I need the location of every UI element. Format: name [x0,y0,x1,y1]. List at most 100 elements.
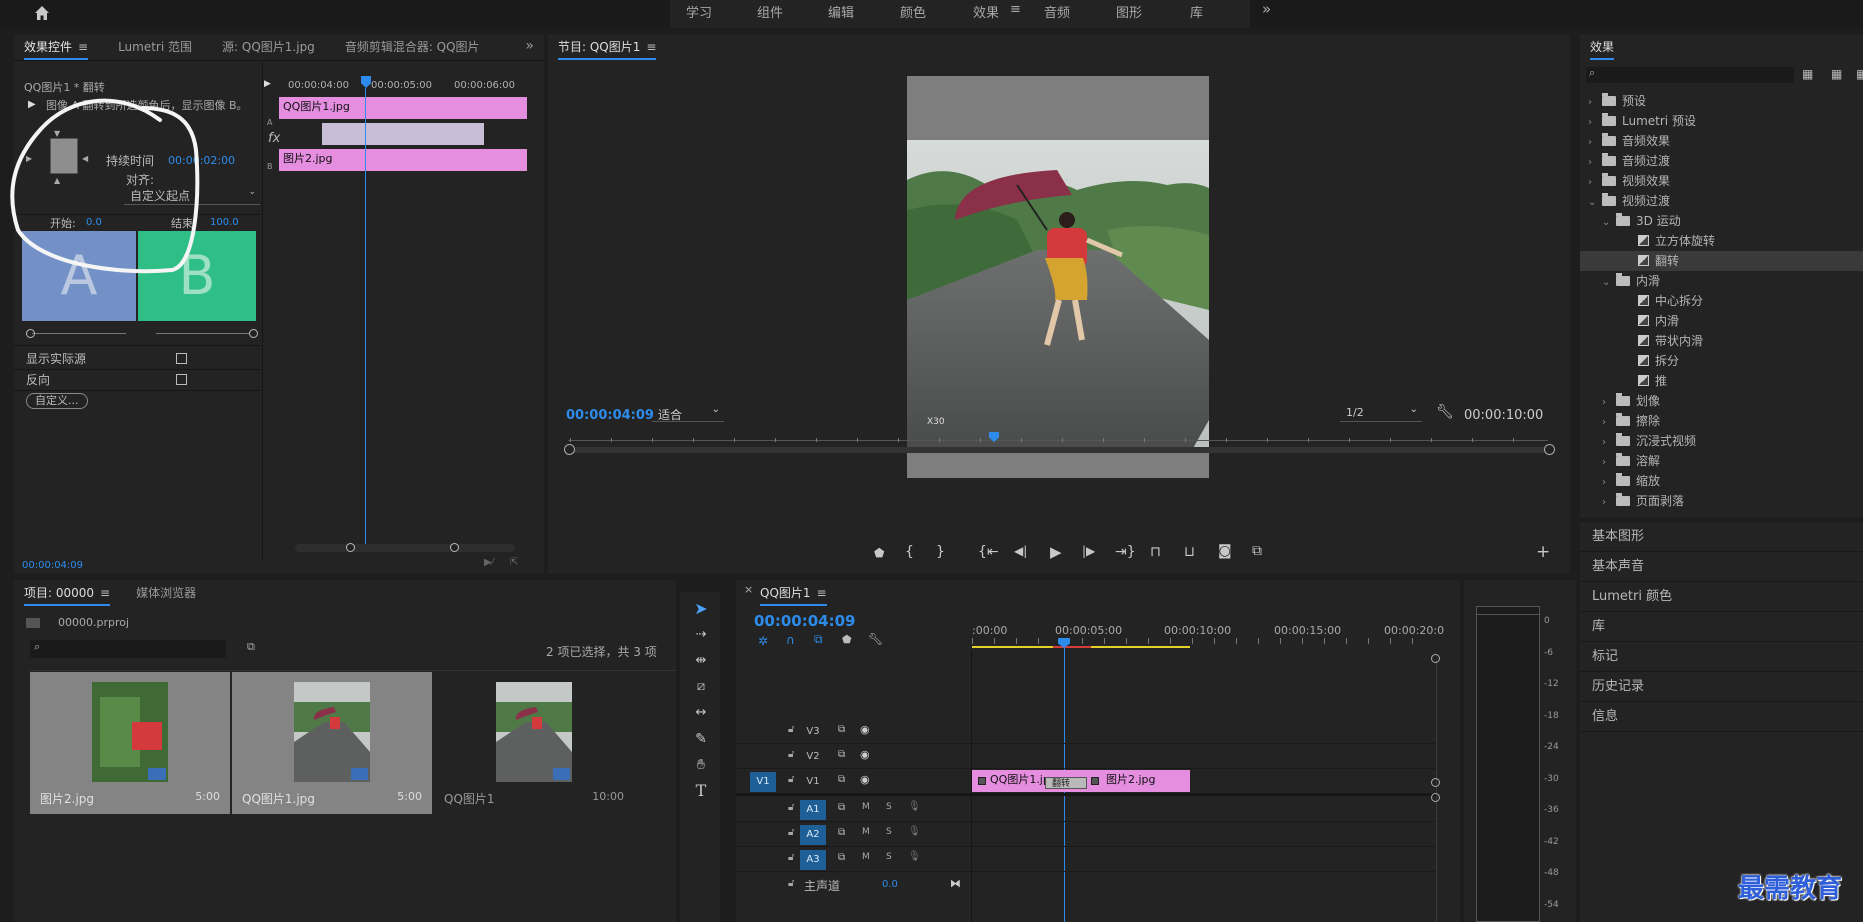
source-patch-button[interactable]: V1 [750,772,776,792]
go-to-in-icon[interactable]: {⇤ [978,544,999,560]
effects-tree-item[interactable]: › 溶解 [1580,451,1863,471]
export-frame-icon[interactable]: ◙ [1218,543,1232,559]
add-marker-icon[interactable]: ⬟ [874,546,884,560]
ec-export-icon[interactable]: ▶⁄ [484,557,493,568]
step-back-icon[interactable]: ◀| [1014,544,1027,558]
effects-tree-item[interactable]: › 音频效果 [1580,131,1863,151]
project-item-3[interactable]: QQ图片1 10:00 [434,672,634,814]
chevron-right-icon[interactable]: › [1602,453,1612,473]
quality-dropdown[interactable]: 1/2 ⌄ [1340,404,1422,422]
effects-tree-item[interactable]: 内滑 [1580,311,1863,331]
microphone-icon[interactable]: 🎙︎ [908,826,921,837]
show-source-checkbox[interactable] [176,353,187,364]
track-target-button[interactable]: A2 [800,825,826,845]
extract-icon[interactable]: ⊔ [1184,544,1195,560]
lock-icon[interactable]: 🔓︎ [788,749,794,760]
chevron-right-icon[interactable]: › [1602,413,1612,433]
effects-tree-item[interactable]: › 页面剥落 [1580,491,1863,511]
workspace-menu-icon[interactable]: ≡ [1010,2,1021,17]
chevron-down-icon[interactable]: ⌄ [1602,273,1612,293]
vscroll-handle-audio[interactable] [1431,793,1440,802]
mute-button[interactable]: M [862,852,870,862]
effects-tree-item[interactable]: › Lumetri 预设 [1580,111,1863,131]
mute-button[interactable]: M [862,802,870,812]
project-item-1[interactable]: 图片2.jpg 5:00 [30,672,230,814]
comparison-view-icon[interactable]: ⧉ [1252,543,1262,559]
track-select-tool-icon[interactable]: ⇢ [686,622,716,648]
effects-tree-item[interactable]: › 预设 [1580,91,1863,111]
step-forward-icon[interactable]: |▶ [1082,544,1095,558]
play-preview-icon[interactable]: ▶ [264,79,271,89]
yuv-effects-icon[interactable]: ▦ [1856,67,1863,81]
tab-project[interactable]: 项目: 00000 ≡ [14,584,120,606]
zoom-handle-right[interactable] [1544,444,1555,455]
eye-icon[interactable]: ◉ [860,723,870,736]
button-editor-icon[interactable]: + [1536,542,1550,562]
workspace-editing[interactable]: 编辑 [828,2,854,21]
workspace-libraries[interactable]: 库 [1190,2,1203,21]
add-marker-icon[interactable]: ⬟ [842,633,852,646]
end-value[interactable]: 100.0 [210,217,239,228]
vscroll-handle-mid[interactable] [1431,778,1440,787]
ec-clip-b[interactable]: 图片2.jpg [279,149,527,171]
effects-tree-item[interactable]: › 擦除 [1580,411,1863,431]
mark-out-icon[interactable]: } [936,544,945,560]
side-panel-section[interactable]: 库 [1580,612,1863,642]
timeline-settings-icon[interactable]: 🔧︎ [868,632,883,646]
start-slider-handle[interactable] [26,329,35,338]
effects-tree-item[interactable]: 推 [1580,371,1863,391]
nest-icon[interactable]: ✲ [758,634,768,648]
slip-tool-icon[interactable]: ↔ [686,700,716,726]
timeline-transition[interactable]: 翻转 [1045,777,1087,789]
chevron-down-icon[interactable]: ⌄ [1588,193,1598,213]
program-timecode[interactable]: 00:00:04:09 [566,408,654,423]
project-item-2[interactable]: QQ图片1.jpg 5:00 [232,672,432,814]
lock-icon[interactable]: 🔓︎ [788,802,794,813]
pen-tool-icon[interactable]: ✎ [686,726,716,752]
razor-tool-icon[interactable]: ⧄ [686,674,716,700]
hand-tool-icon[interactable]: ✋︎ [686,752,716,778]
ec-transition-block[interactable] [322,123,484,145]
effects-tree-item[interactable]: ⌄ 内滑 [1580,271,1863,291]
sync-lock-icon[interactable]: ⧉ [838,852,845,863]
ec-clip-a[interactable]: QQ图片1.jpg [279,97,527,119]
lock-icon[interactable]: 🔓︎ [788,878,794,889]
ec-zoom-handle-left[interactable] [346,543,355,552]
solo-button[interactable]: S [886,827,892,837]
tab-media-browser[interactable]: 媒体浏览器 [126,584,206,601]
effects-tree-item[interactable]: › 视频效果 [1580,171,1863,191]
chevron-right-icon[interactable]: › [1588,173,1598,193]
chevron-right-icon[interactable]: › [1602,393,1612,413]
start-slider[interactable] [32,333,126,334]
effects-tree-item[interactable]: ⌄ 视频过渡 [1580,191,1863,211]
timeline-tab[interactable]: QQ图片1 ≡ [750,584,837,606]
workspace-audio[interactable]: 音频 [1044,2,1070,21]
mute-button[interactable]: M [862,827,870,837]
ripple-edit-tool-icon[interactable]: ⇹ [686,648,716,674]
accelerated-effects-icon[interactable]: ▦ [1802,67,1813,81]
chevron-right-icon[interactable]: › [1588,113,1598,133]
track-target-button[interactable]: A3 [800,850,826,870]
vscroll-handle-top[interactable] [1431,654,1440,663]
home-icon[interactable] [32,3,52,23]
panel-more-icon[interactable]: » [515,38,544,54]
end-slider[interactable] [156,333,250,334]
chevron-right-icon[interactable]: › [1602,433,1612,453]
tab-source[interactable]: 源: QQ图片1.jpg [212,38,325,55]
mark-in-icon[interactable]: { [905,544,914,560]
side-panel-section[interactable]: 信息 [1580,702,1863,732]
effects-tree-item[interactable]: 拆分 [1580,351,1863,371]
zoom-handle-left[interactable] [564,444,575,455]
master-volume-value[interactable]: 0.0 [882,879,898,890]
effects-tree-item[interactable]: 翻转 [1580,251,1863,271]
ec-share-icon[interactable]: ⇱ [510,557,518,568]
side-panel-section[interactable]: Lumetri 颜色 [1580,582,1863,612]
workspace-learn[interactable]: 学习 [686,2,712,21]
lock-icon[interactable]: 🔓︎ [788,774,794,785]
track-target-button[interactable]: V3 [800,722,826,742]
chevron-right-icon[interactable]: › [1588,153,1598,173]
effects-tree-item[interactable]: ⌄ 3D 运动 [1580,211,1863,231]
workspace-assembly[interactable]: 组件 [757,2,783,21]
play-icon[interactable]: ▶ [1050,543,1062,561]
solo-button[interactable]: S [886,802,892,812]
